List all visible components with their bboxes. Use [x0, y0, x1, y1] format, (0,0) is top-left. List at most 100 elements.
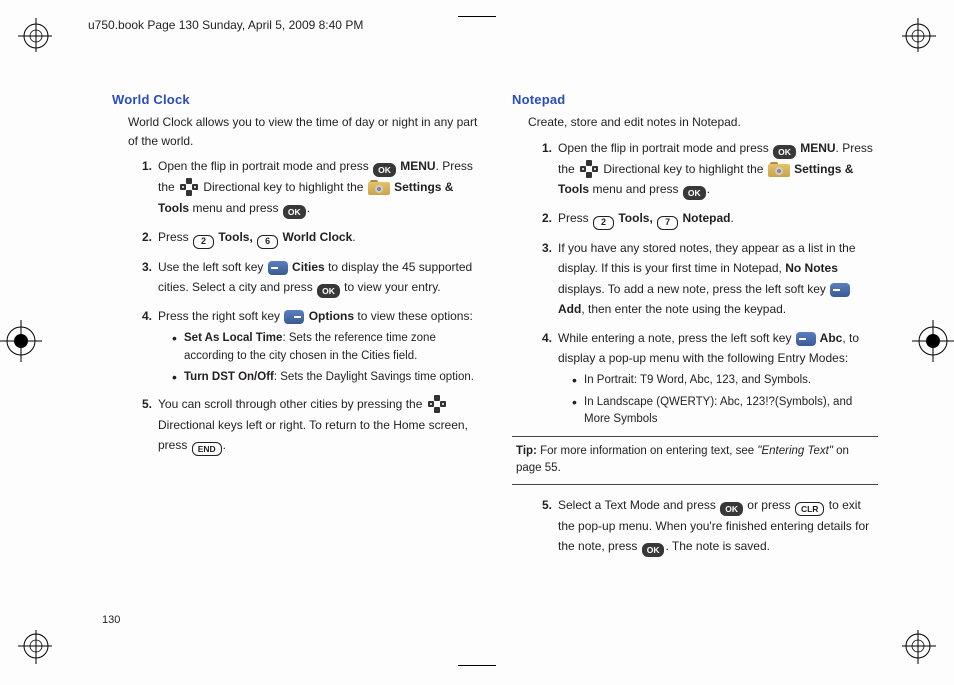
- settings-folder-icon: [368, 180, 390, 195]
- step-5: You can scroll through other cities by p…: [128, 394, 478, 456]
- text: While entering a note, press the left so…: [558, 331, 795, 345]
- crop-line: [458, 16, 496, 17]
- key-7-icon: 7: [657, 216, 678, 230]
- text: menu and press: [589, 182, 682, 196]
- dpad-icon: [579, 159, 599, 179]
- step-3: If you have any stored notes, they appea…: [528, 238, 878, 320]
- list-item: In Portrait: T9 Word, Abc, 123, and Symb…: [572, 372, 878, 389]
- text-bold: Notepad: [679, 211, 730, 225]
- text-bold: MENU: [797, 141, 836, 155]
- ok-key-icon: OK: [773, 145, 796, 159]
- step-1: Open the flip in portrait mode and press…: [528, 138, 878, 200]
- text: You can scroll through other cities by p…: [158, 397, 426, 411]
- dpad-icon: [179, 177, 199, 197]
- text: .: [223, 438, 226, 452]
- text: . The note is saved.: [665, 539, 770, 553]
- text-bold: Cities: [289, 260, 325, 274]
- text: Select a Text Mode and press: [558, 498, 719, 512]
- text: to view these options:: [354, 309, 473, 323]
- section-title-world-clock: World Clock: [112, 92, 478, 107]
- crop-mark-tr: [902, 0, 954, 52]
- text-bold: MENU: [397, 159, 436, 173]
- text-bold: World Clock: [279, 230, 352, 244]
- left-softkey-icon: [796, 332, 816, 346]
- key-2-icon: 2: [193, 235, 214, 249]
- text-bold: Set As Local Time: [184, 332, 282, 344]
- text-bold: Abc: [817, 331, 843, 345]
- text: Open the flip in portrait mode and press: [158, 159, 372, 173]
- ok-key-icon: OK: [683, 186, 706, 200]
- step-4: Press the right soft key Options to view…: [128, 306, 478, 386]
- page-header: u750.book Page 130 Sunday, April 5, 2009…: [88, 18, 363, 32]
- text-italic: "Entering Text": [757, 445, 833, 457]
- world-clock-intro: World Clock allows you to view the time …: [128, 113, 478, 150]
- text: Directional key to highlight the: [600, 162, 767, 176]
- ok-key-icon: OK: [373, 163, 396, 177]
- ok-key-icon: OK: [642, 543, 665, 557]
- clr-key-icon: CLR: [795, 502, 824, 516]
- text: In Landscape (QWERTY): Abc, 123!?(Symbol…: [584, 396, 852, 425]
- step-1: Open the flip in portrait mode and press…: [128, 156, 478, 218]
- key-6-icon: 6: [257, 235, 278, 249]
- dpad-icon: [427, 394, 447, 414]
- list-item: Turn DST On/Off: Sets the Daylight Savin…: [172, 369, 478, 386]
- text: .: [352, 230, 355, 244]
- crop-mark-right: [912, 320, 954, 362]
- crop-mark-left: [0, 320, 42, 362]
- entry-modes-list: In Portrait: T9 Word, Abc, 123, and Symb…: [572, 372, 878, 428]
- column-left: World Clock World Clock allows you to vi…: [112, 92, 478, 565]
- settings-folder-icon: [768, 162, 790, 177]
- column-right: Notepad Create, store and edit notes in …: [512, 92, 878, 565]
- page-number: 130: [102, 614, 120, 626]
- left-softkey-icon: [268, 261, 288, 275]
- left-softkey-icon: [830, 283, 850, 297]
- step-4: While entering a note, press the left so…: [528, 328, 878, 429]
- text: to view your entry.: [341, 280, 441, 294]
- text: .: [731, 211, 734, 225]
- notepad-steps: Open the flip in portrait mode and press…: [528, 138, 878, 428]
- text: Directional key to highlight the: [200, 180, 367, 194]
- notepad-intro: Create, store and edit notes in Notepad.: [528, 113, 878, 132]
- text-bold: Add: [558, 302, 581, 316]
- text-bold: Options: [305, 309, 354, 323]
- step-2: Press 2 Tools, 7 Notepad.: [528, 208, 878, 230]
- key-2-icon: 2: [593, 216, 614, 230]
- section-title-notepad: Notepad: [512, 92, 878, 107]
- ok-key-icon: OK: [317, 284, 340, 298]
- step-2: Press 2 Tools, 6 World Clock.: [128, 227, 478, 249]
- page-content: World Clock World Clock allows you to vi…: [112, 92, 878, 565]
- crop-line: [458, 665, 496, 666]
- tip-box: Tip: For more information on entering te…: [512, 436, 878, 485]
- text: , then enter the note using the keypad.: [581, 302, 786, 316]
- text: Use the left soft key: [158, 260, 267, 274]
- options-list: Set As Local Time: Sets the reference ti…: [172, 330, 478, 386]
- text: menu and press: [189, 201, 282, 215]
- text-bold: No Notes: [785, 261, 838, 275]
- list-item: Set As Local Time: Sets the reference ti…: [172, 330, 478, 365]
- tip-label: Tip:: [516, 445, 537, 457]
- crop-mark-br: [902, 630, 954, 682]
- text-bold: Tools,: [615, 211, 656, 225]
- text: .: [707, 182, 710, 196]
- step-5: Select a Text Mode and press OK or press…: [528, 495, 878, 557]
- step-3: Use the left soft key Cities to display …: [128, 257, 478, 298]
- text: or press: [744, 498, 794, 512]
- end-key-icon: END: [192, 442, 222, 456]
- text: Press the right soft key: [158, 309, 283, 323]
- list-item: In Landscape (QWERTY): Abc, 123!?(Symbol…: [572, 394, 878, 429]
- text: displays. To add a new note, press the l…: [558, 282, 829, 296]
- text: For more information on entering text, s…: [537, 445, 758, 457]
- text: : Sets the Daylight Savings time option.: [274, 371, 474, 383]
- notepad-steps-cont: Select a Text Mode and press OK or press…: [528, 495, 878, 557]
- crop-mark-bl: [0, 630, 52, 682]
- text: Open the flip in portrait mode and press: [558, 141, 772, 155]
- crop-mark-tl: [0, 0, 52, 52]
- text-bold: Turn DST On/Off: [184, 371, 274, 383]
- right-softkey-icon: [284, 310, 304, 324]
- text-bold: Tools,: [215, 230, 256, 244]
- text: In Portrait: T9 Word, Abc, 123, and Symb…: [584, 374, 811, 386]
- text: Press: [158, 230, 192, 244]
- text: .: [307, 201, 310, 215]
- text: Press: [558, 211, 592, 225]
- ok-key-icon: OK: [283, 205, 306, 219]
